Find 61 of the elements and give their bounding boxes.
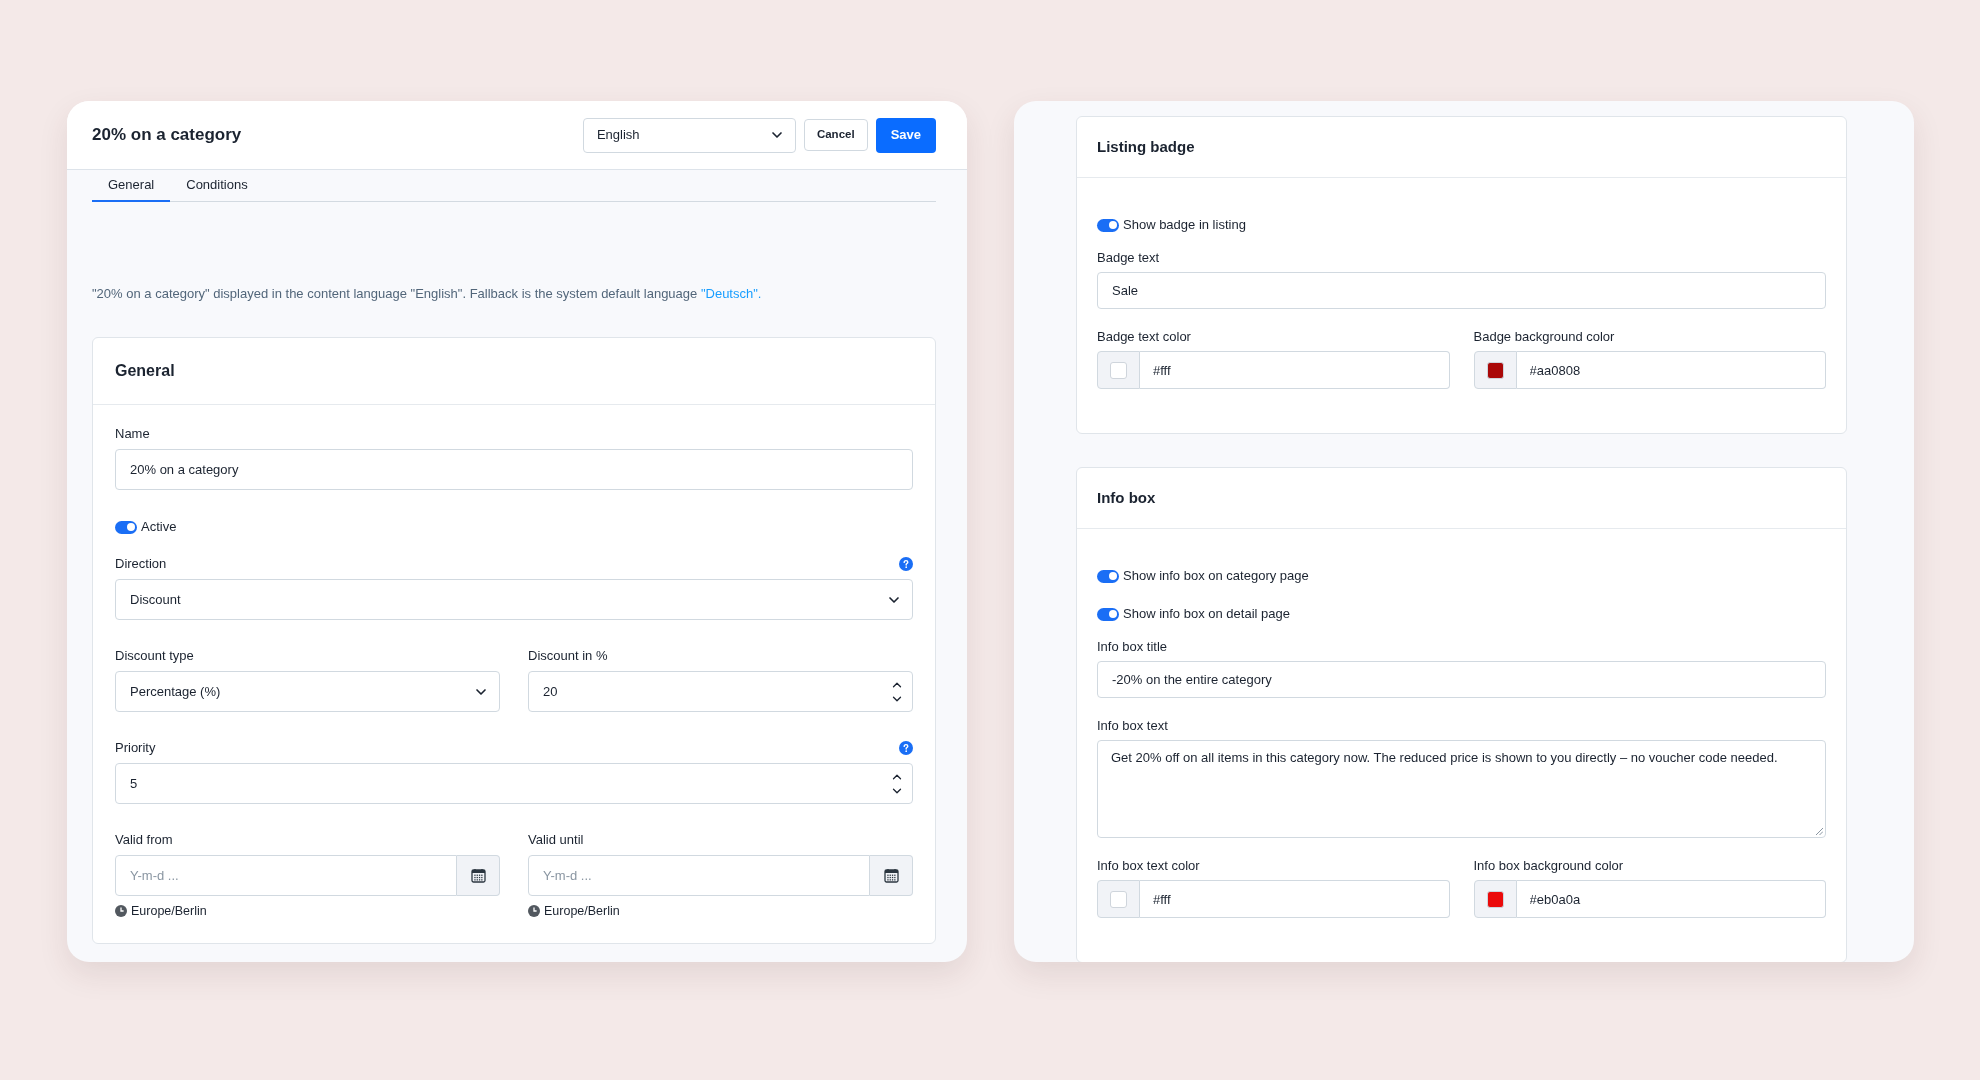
card-title: Info box [1097, 487, 1156, 508]
help-icon[interactable] [899, 557, 913, 571]
clock-icon [528, 905, 540, 918]
number-field[interactable]: 5 [115, 763, 913, 804]
toggle-switch[interactable] [1097, 607, 1119, 621]
language-select[interactable]: English [582, 117, 796, 153]
save-button[interactable]: Save [875, 117, 936, 153]
timezone-text: Europe/Berlin [544, 903, 620, 920]
toggle-switch[interactable] [1097, 569, 1119, 583]
toggle-switch[interactable] [115, 520, 137, 534]
field-label: Discount in % [528, 648, 608, 664]
resize-handle-icon[interactable] [1816, 828, 1823, 835]
field-label: Name [115, 426, 150, 442]
textarea-field[interactable]: Get 20% off on all items in this category now. The reduced price is shown to you directly – no voucher code needed. [1097, 740, 1826, 838]
card-title: General [115, 361, 175, 381]
date-field[interactable]: Y-m-d ... [528, 855, 870, 896]
toggle-label: Show badge in listing [1123, 216, 1246, 235]
cancel-button[interactable]: Cancel [803, 119, 868, 151]
field-label: Direction [115, 556, 167, 572]
color-picker-button[interactable] [1097, 880, 1140, 918]
page-title: 20% on a category [92, 124, 242, 147]
tab[interactable]: General [92, 170, 171, 202]
clock-icon [115, 905, 127, 918]
timezone-text: Europe/Berlin [131, 903, 207, 920]
help-icon[interactable] [899, 741, 913, 755]
calendar-button[interactable] [870, 855, 913, 896]
text-field[interactable]: -20% on the entire category [1097, 661, 1826, 698]
color-value-field[interactable]: #eb0a0a [1516, 880, 1826, 918]
tab[interactable]: Conditions [170, 170, 264, 202]
field-label: Discount type [115, 648, 194, 664]
field-label: Badge background color [1473, 329, 1615, 345]
field-label: Info box background color [1473, 858, 1624, 874]
field-label: Valid until [528, 832, 584, 848]
color-picker-button[interactable] [1473, 351, 1517, 389]
select-field[interactable]: Percentage (%) [115, 671, 500, 712]
field-label: Valid from [115, 832, 173, 848]
color-picker-button[interactable] [1473, 880, 1517, 918]
field-label: Info box text color [1097, 858, 1200, 874]
card-title: Listing badge [1097, 136, 1195, 157]
text-field[interactable]: 20% on a category [115, 449, 913, 490]
calendar-button[interactable] [457, 855, 500, 896]
color-value-field[interactable]: #fff [1140, 351, 1450, 389]
info-text: "20% on a category" displayed in the content language "English". Fallback is the system default language "Deutsch". [92, 285, 763, 303]
toggle-label: Show info box on category page [1123, 567, 1309, 586]
color-value-field[interactable]: #fff [1140, 880, 1450, 918]
toggle-label: Show info box on detail page [1123, 605, 1290, 624]
field-label: Info box text [1097, 718, 1168, 734]
date-field[interactable]: Y-m-d ... [115, 855, 457, 896]
calendar-icon [883, 868, 899, 883]
field-label: Priority [115, 740, 156, 756]
color-picker-button[interactable] [1097, 351, 1140, 389]
calendar-icon [470, 868, 486, 883]
number-field[interactable]: 20 [528, 671, 913, 712]
text-field[interactable]: Sale [1097, 272, 1826, 309]
field-label: Badge text [1097, 250, 1160, 266]
toggle-label: Active [141, 518, 177, 537]
toggle-switch[interactable] [1097, 218, 1119, 232]
select-field[interactable]: Discount [115, 579, 913, 620]
field-label: Info box title [1097, 639, 1168, 655]
color-value-field[interactable]: #aa0808 [1516, 351, 1826, 389]
field-label: Badge text color [1097, 329, 1191, 345]
